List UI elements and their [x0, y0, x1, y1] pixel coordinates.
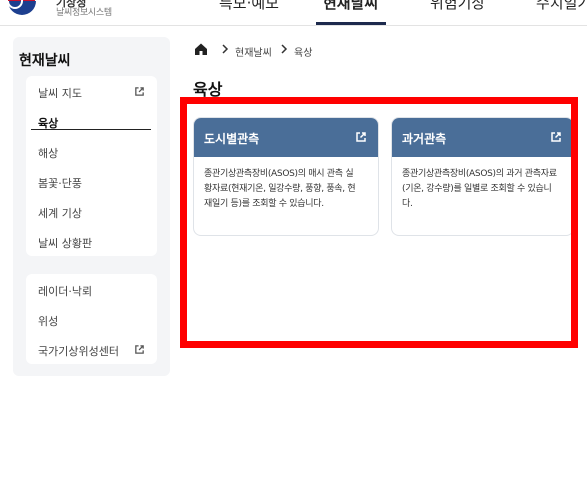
sidebar-title: 현재날씨 [19, 53, 71, 69]
external-link-icon[interactable] [134, 86, 145, 97]
nav-active-indicator [316, 22, 386, 25]
page: 기상청 날씨정보시스템 특보·예보 현재날씨 위험기상 수치일기도 현재날씨 날… [0, 0, 587, 484]
sidebar-item-flowers-foliage[interactable]: 봄꽃·단풍 [38, 175, 82, 191]
sidebar-item-marine[interactable]: 해상 [38, 145, 58, 161]
nav-hazard-weather[interactable]: 위험기상 [430, 0, 485, 13]
highlight-box [180, 97, 578, 348]
breadcrumb-current-weather[interactable]: 현재날씨 [235, 44, 272, 59]
government-emblem-icon[interactable] [0, 0, 44, 20]
chevron-right-icon [222, 44, 229, 54]
nav-forecast[interactable]: 특보·예보 [219, 0, 279, 13]
sidebar-group-weather [26, 76, 157, 256]
home-icon[interactable] [194, 42, 208, 56]
breadcrumb-land[interactable]: 육상 [294, 44, 312, 59]
sidebar-active-underline [31, 129, 151, 130]
sidebar-item-satellite[interactable]: 위성 [38, 313, 58, 329]
sidebar-item-satellite-center[interactable]: 국가기상위성센터 [38, 343, 119, 359]
sidebar-item-world-weather[interactable]: 세계 기상 [38, 205, 82, 221]
nav-numerical-chart[interactable]: 수치일기도 [536, 0, 587, 13]
chevron-right-icon [281, 44, 288, 54]
sidebar-item-weather-board[interactable]: 날씨 상황판 [38, 235, 92, 251]
logo-subtitle: 날씨정보시스템 [56, 8, 112, 18]
nav-current-weather[interactable]: 현재날씨 [323, 0, 378, 13]
sidebar-item-weather-map[interactable]: 날씨 지도 [38, 85, 82, 101]
top-header: 기상청 날씨정보시스템 특보·예보 현재날씨 위험기상 수치일기도 [0, 0, 587, 26]
external-link-icon[interactable] [134, 344, 145, 355]
sidebar-item-radar-lightning[interactable]: 레이더·낙뢰 [38, 283, 92, 299]
